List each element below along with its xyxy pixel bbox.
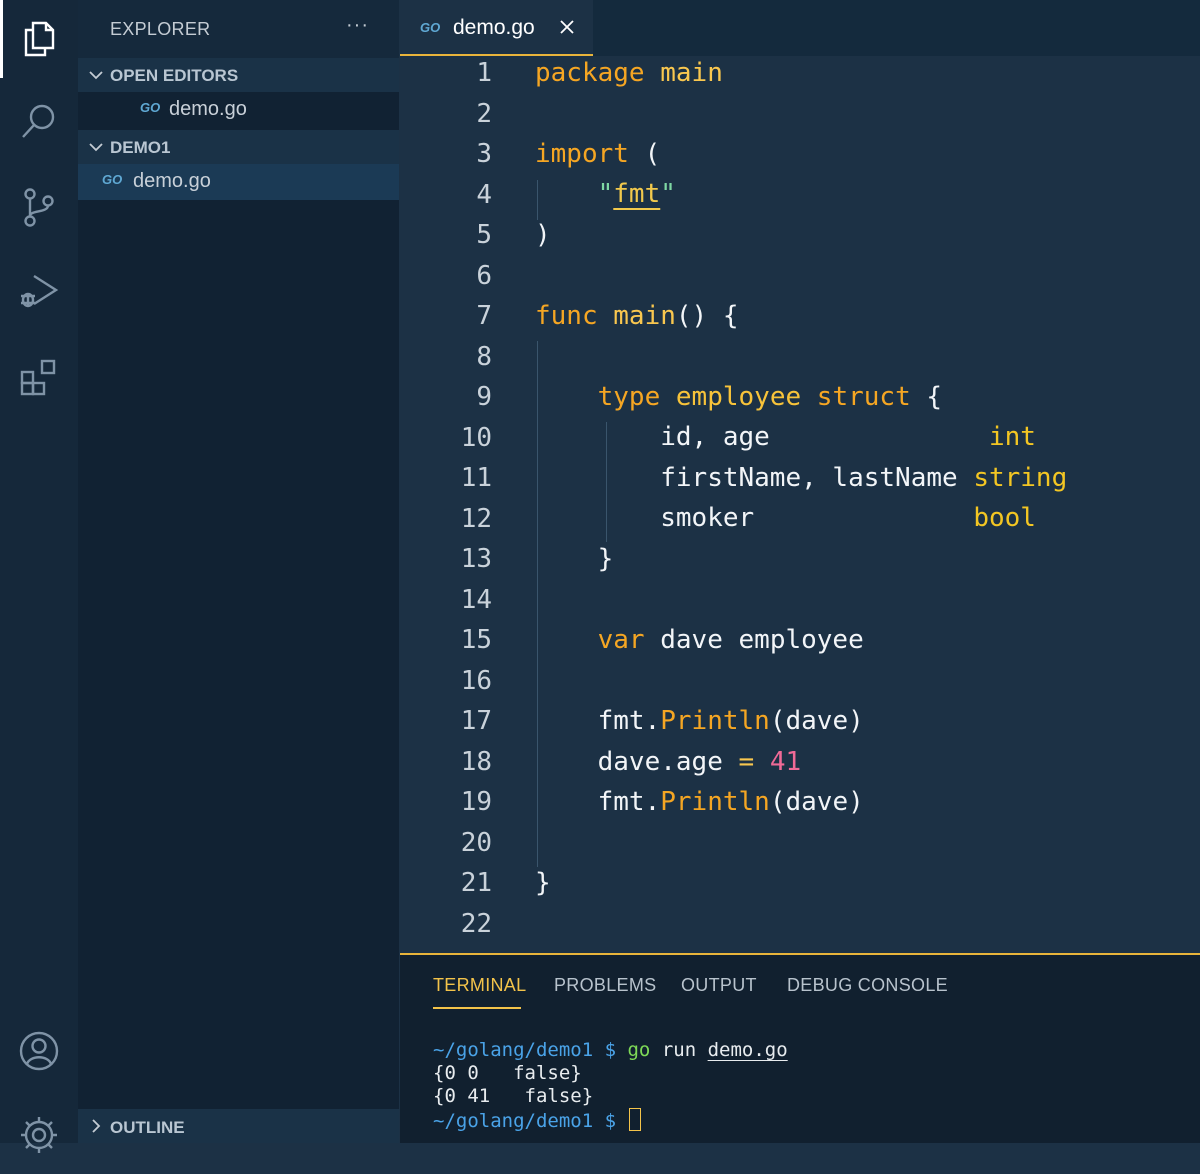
file-tree-filename: demo.go [133, 170, 211, 192]
line-number: 11 [460, 463, 492, 493]
close-icon[interactable] [558, 18, 576, 36]
source-control-icon [24, 188, 54, 227]
line-number: 16 [460, 665, 492, 696]
line-number: 6 [476, 260, 492, 291]
code-line-3: import ( [535, 139, 661, 169]
terminal-output-line: {0 0 false} [433, 1062, 582, 1084]
tab-output[interactable]: OUTPUT [681, 975, 757, 996]
terminal-command-line[interactable]: ~/golang/demo1 $ go run demo.go [433, 1039, 788, 1061]
run-debug-button[interactable] [0, 252, 78, 330]
extensions-button[interactable] [0, 338, 78, 416]
folder-label: DEMO1 [110, 138, 171, 157]
code-line-17: fmt.Println(dave) [597, 706, 864, 736]
line-number: 15 [460, 625, 492, 655]
files-icon [24, 21, 55, 57]
code-line-1: package main [535, 58, 723, 88]
explorer-header: EXPLORER ··· [78, 0, 399, 58]
more-actions-button[interactable]: ··· [346, 14, 369, 37]
code-line-13: } [597, 544, 614, 574]
tab-demo-go[interactable]: GO demo.go [400, 0, 593, 56]
activity-bar [0, 0, 78, 1153]
line-number: 7 [476, 301, 492, 331]
code-line-21: } [535, 868, 551, 898]
line-number: 13 [460, 544, 492, 574]
account-icon [19, 1031, 59, 1071]
line-number: 3 [476, 139, 492, 169]
line-number: 8 [476, 341, 492, 372]
open-editors-section[interactable]: OPEN EDITORS [78, 58, 399, 92]
terminal-prompt-line[interactable]: ~/golang/demo1 $ [433, 1108, 642, 1132]
search-button[interactable] [0, 82, 78, 160]
line-number: 21 [460, 868, 492, 898]
settings-button[interactable] [0, 1096, 78, 1174]
tab-problems[interactable]: PROBLEMS [554, 975, 656, 996]
line-number: 19 [460, 787, 492, 817]
run-debug-icon [21, 274, 59, 308]
line-number: 12 [460, 503, 492, 534]
line-number: 1 [476, 58, 492, 88]
search-icon [22, 104, 55, 138]
line-number: 18 [460, 746, 492, 777]
line-number: 9 [476, 382, 492, 412]
code-line-10: id, age int [660, 422, 1036, 452]
outline-label: OUTLINE [110, 1118, 185, 1137]
line-number: 2 [476, 98, 492, 129]
line-number: 4 [476, 179, 492, 210]
code-line-5: ) [535, 220, 551, 250]
chevron-down-icon [89, 143, 103, 152]
code-line-12: smoker bool [660, 503, 1036, 533]
terminal-output-line: {0 41 false} [433, 1085, 594, 1107]
code-line-4: "fmt" [597, 179, 676, 209]
settings-gear-icon [21, 1117, 57, 1153]
source-control-button[interactable] [0, 168, 78, 246]
editor-tab-bar: GO demo.go [400, 0, 1200, 56]
open-editors-label: OPEN EDITORS [110, 66, 239, 85]
code-line-18: dave.age = 41 [597, 747, 802, 777]
extensions-icon [20, 359, 56, 396]
tab-terminal[interactable]: TERMINAL [433, 975, 526, 996]
bottom-panel: TERMINAL PROBLEMS OUTPUT DEBUG CONSOLE ~… [400, 953, 1200, 1143]
line-number: 14 [460, 584, 492, 615]
code-line-15: var dave employee [597, 625, 864, 655]
terminal-cursor [629, 1108, 642, 1131]
account-button[interactable] [0, 1012, 78, 1090]
open-editor-item[interactable]: GO demo.go [78, 92, 399, 128]
line-number: 10 [460, 422, 492, 453]
code-line-19: fmt.Println(dave) [597, 787, 864, 817]
chevron-down-icon [89, 71, 103, 80]
folder-section[interactable]: DEMO1 [78, 130, 399, 164]
outline-section[interactable]: OUTLINE [78, 1109, 399, 1143]
go-file-icon: GO [420, 20, 441, 35]
explorer-sidebar: EXPLORER ··· OPEN EDITORS GO demo.go DEM… [78, 0, 399, 1143]
file-tree-item[interactable]: GO demo.go [78, 164, 399, 200]
open-editor-filename: demo.go [169, 98, 247, 120]
active-tab-underline [433, 1007, 521, 1009]
tab-label: demo.go [453, 16, 535, 39]
go-file-icon: GO [102, 172, 123, 187]
explorer-title: EXPLORER [110, 19, 211, 39]
explorer-button[interactable] [0, 0, 78, 78]
code-line-9: type employee struct { [597, 382, 943, 412]
line-number: 20 [460, 827, 492, 858]
chevron-right-icon [92, 1119, 101, 1133]
go-file-icon: GO [140, 100, 161, 115]
line-number: 17 [460, 706, 492, 736]
line-number: 22 [460, 908, 492, 939]
line-number: 5 [476, 220, 492, 250]
code-line-7: func main() { [535, 301, 739, 331]
tab-debug-console[interactable]: DEBUG CONSOLE [787, 975, 948, 996]
code-editor[interactable]: 1 2 3 4 5 6 7 8 9 10 11 12 13 14 15 16 17 18 19 20 21 22 pack… [400, 56, 1200, 953]
code-line-11: firstName, lastName string [660, 463, 1068, 493]
